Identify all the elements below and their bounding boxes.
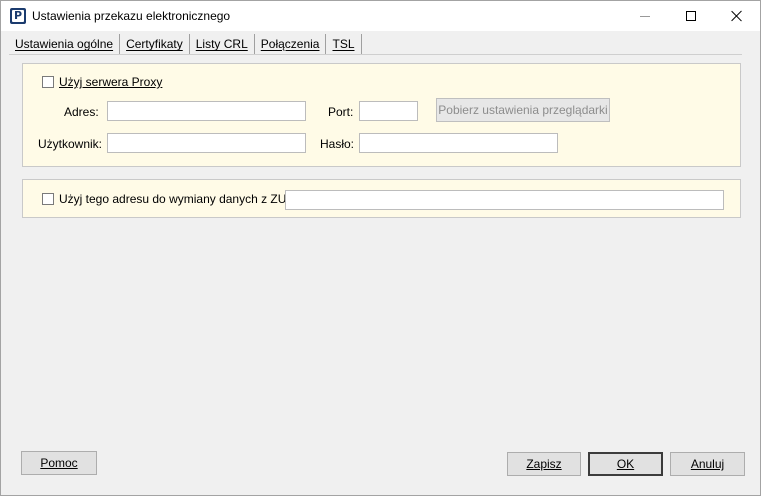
cancel-button[interactable]: Anuluj [670, 452, 745, 476]
close-icon [731, 10, 743, 22]
tab-connections[interactable]: Połączenia [255, 34, 327, 54]
address-label: Adres: [64, 105, 99, 119]
user-label: Użytkownik: [38, 137, 103, 151]
app-icon-letter: P [12, 9, 24, 22]
close-button[interactable] [714, 1, 760, 31]
maximize-icon [686, 11, 696, 21]
minimize-button[interactable] [622, 1, 668, 31]
use-proxy-checkbox[interactable] [42, 76, 54, 88]
use-proxy-label[interactable]: Użyj serwera Proxy [59, 75, 162, 89]
proxy-port-input[interactable] [359, 101, 418, 121]
use-zus-address-checkbox[interactable] [42, 193, 54, 205]
tab-crl-lists[interactable]: Listy CRL [190, 34, 255, 54]
zus-group: Użyj tego adresu do wymiany danych z ZUS… [22, 179, 741, 218]
ok-button[interactable]: OK [588, 452, 663, 476]
zus-address-input[interactable] [285, 190, 724, 210]
proxy-user-input[interactable] [107, 133, 306, 153]
dialog-window: P Ustawienia przekazu elektronicznego Us… [0, 0, 761, 496]
app-icon: P [10, 8, 26, 24]
proxy-address-input[interactable] [107, 101, 306, 121]
fetch-browser-settings-button[interactable]: Pobierz ustawienia przeglądarki [436, 98, 610, 122]
title-bar[interactable]: P Ustawienia przekazu elektronicznego [1, 1, 760, 31]
proxy-password-input[interactable] [359, 133, 558, 153]
proxy-group: Użyj serwera Proxy Adres: Port: Pobierz … [22, 63, 741, 167]
tab-divider [9, 54, 742, 55]
window-title: Ustawienia przekazu elektronicznego [32, 9, 231, 23]
save-button-label: Zapisz [526, 457, 562, 471]
save-button[interactable]: Zapisz [507, 452, 581, 476]
tab-tsl[interactable]: TSL [326, 34, 362, 54]
tab-certificates[interactable]: Certyfikaty [120, 34, 190, 54]
minimize-icon [640, 15, 650, 17]
port-label: Port: [328, 105, 354, 119]
password-label: Hasło: [320, 137, 355, 151]
help-button-label: Pomoc [40, 456, 78, 470]
tab-general[interactable]: Ustawienia ogólne [9, 34, 121, 54]
help-button[interactable]: Pomoc [21, 451, 97, 475]
ok-button-label: OK [616, 457, 635, 471]
cancel-button-label: Anuluj [690, 457, 725, 471]
use-zus-address-label[interactable]: Użyj tego adresu do wymiany danych z ZUS… [59, 192, 298, 206]
tab-strip: Ustawienia ogólne Certyfikaty Listy CRL … [9, 34, 362, 54]
maximize-button[interactable] [668, 1, 714, 31]
